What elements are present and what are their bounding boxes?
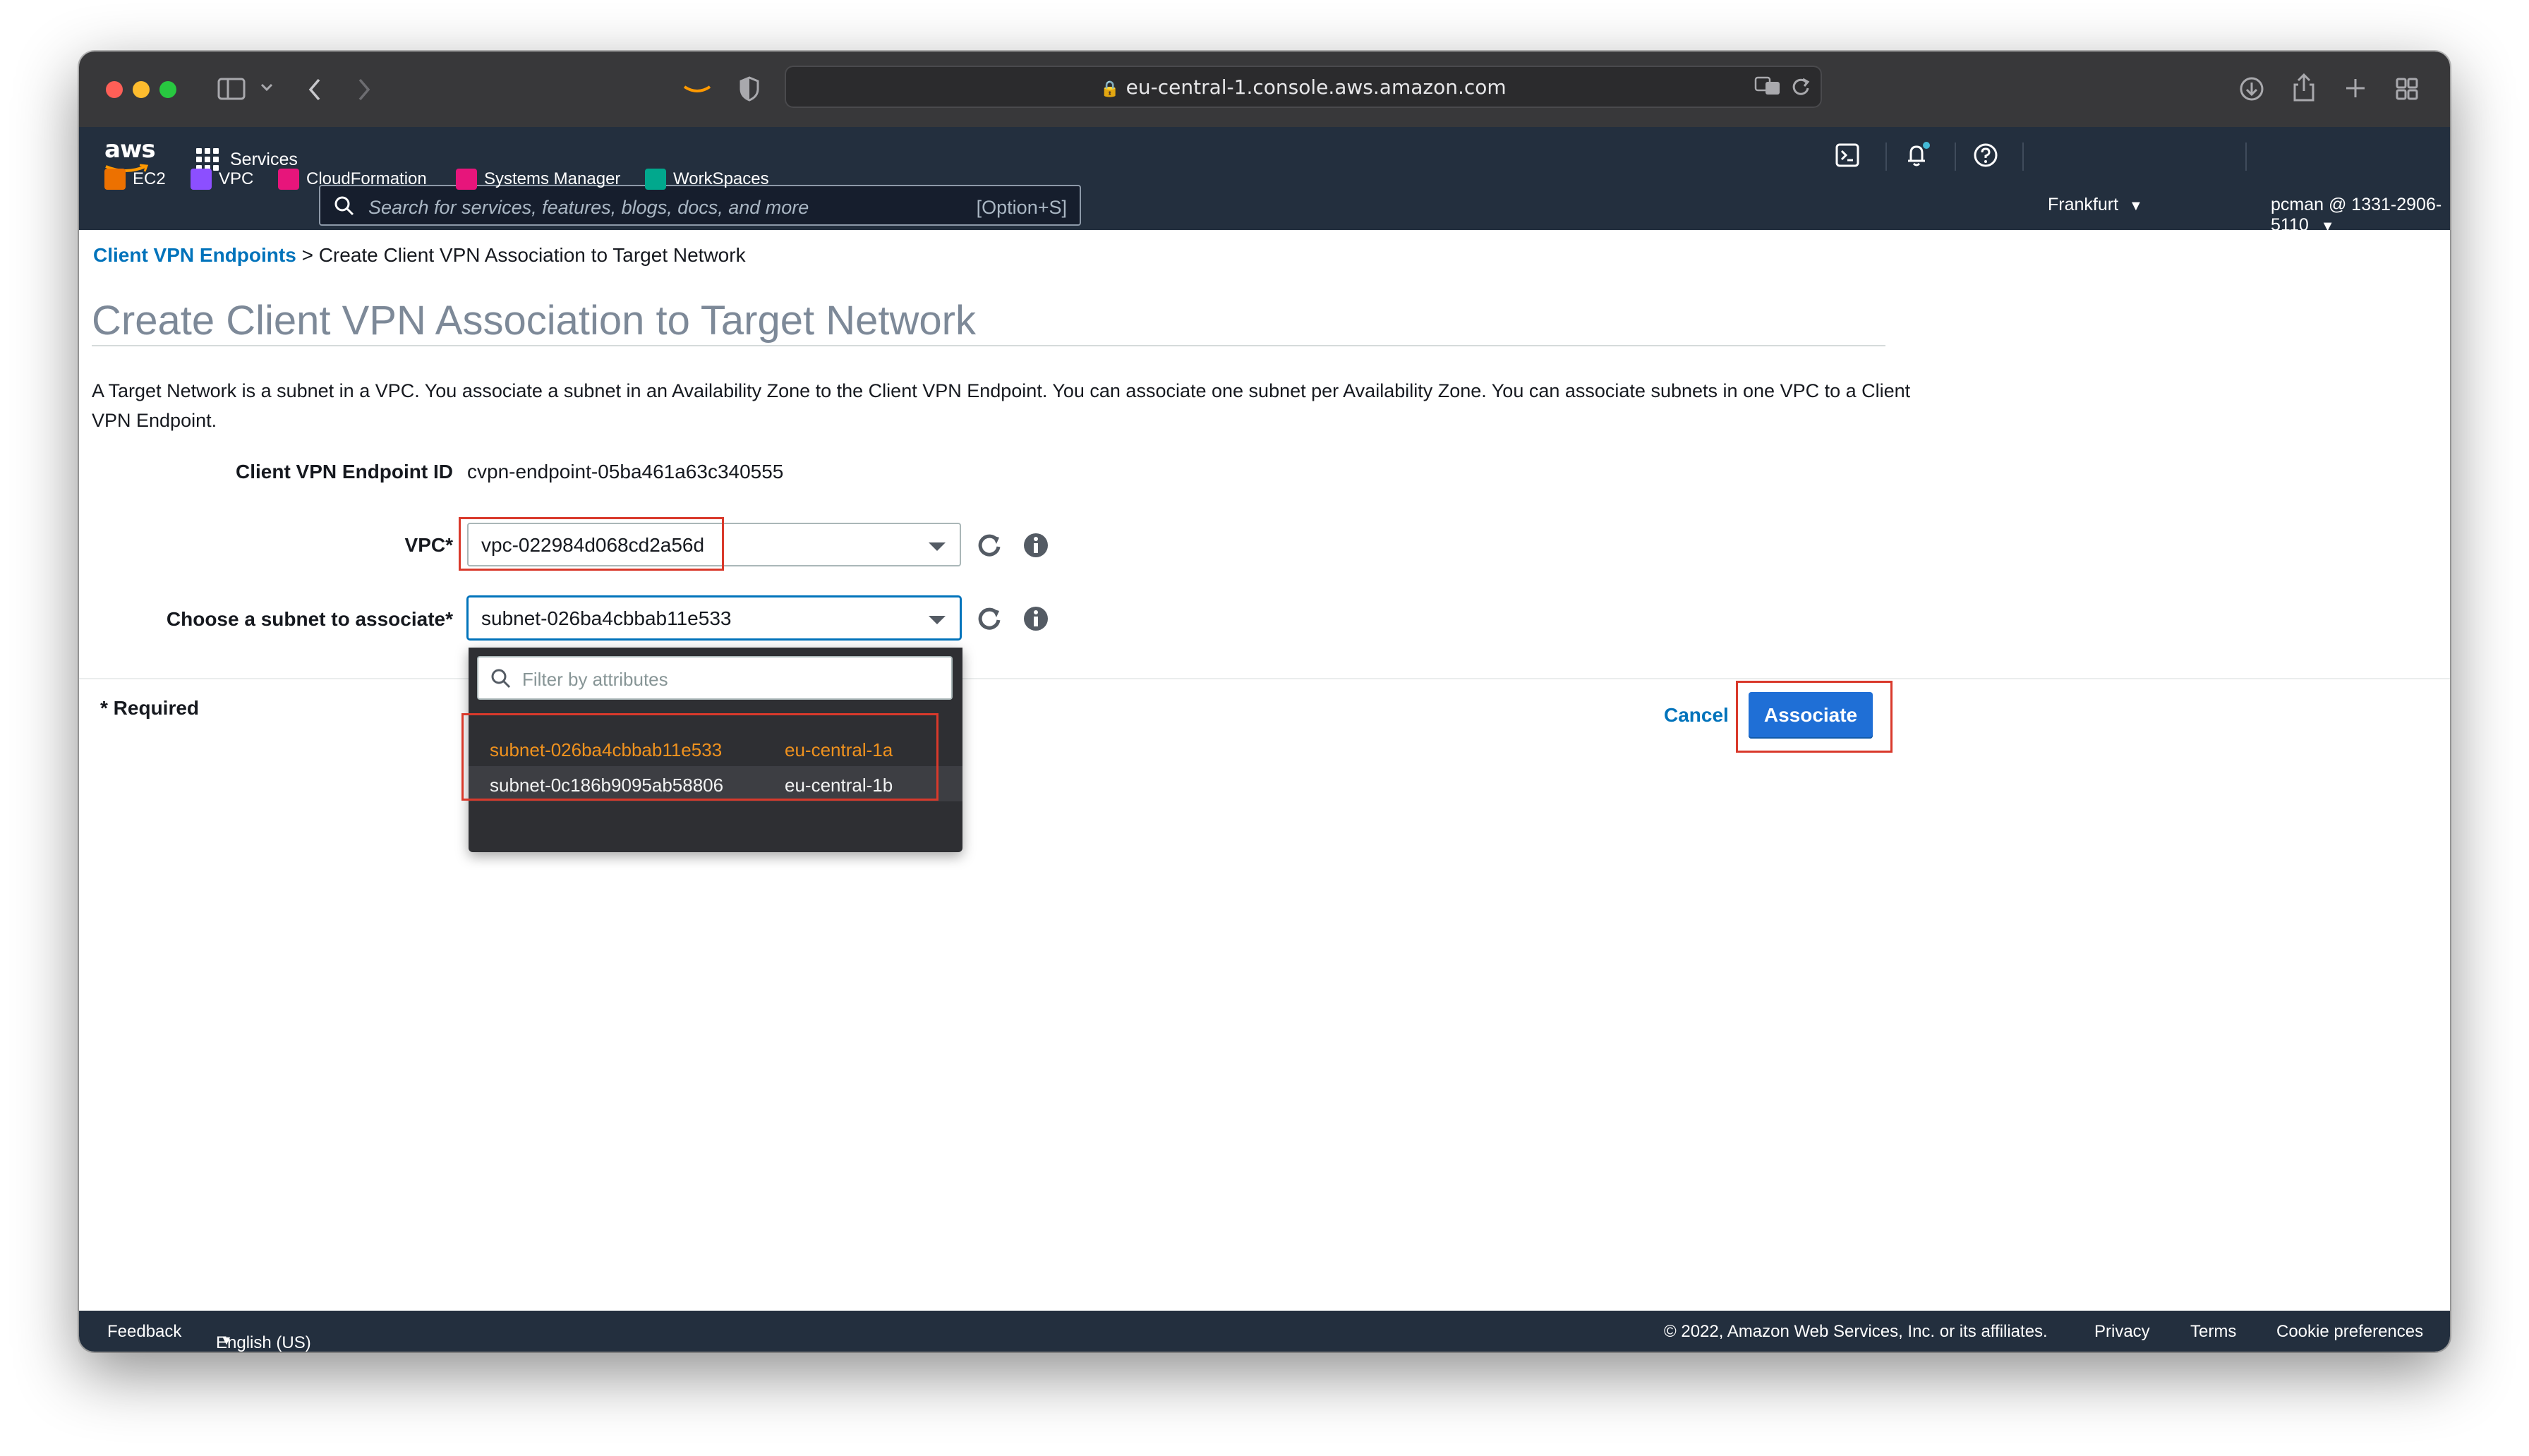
tab-overview-icon[interactable] <box>2395 77 2419 101</box>
amazon-favicon-icon <box>682 83 713 97</box>
page-title: Create Client VPN Association to Target … <box>92 298 976 344</box>
subnet-options-highlight-box <box>461 713 938 801</box>
info-icon[interactable] <box>1022 605 1050 633</box>
required-note: * Required <box>100 697 200 719</box>
form-footer-divider <box>79 678 2450 679</box>
cloudshell-icon[interactable] <box>1835 142 1860 173</box>
breadcrumb-current: Create Client VPN Association to Target … <box>318 244 746 266</box>
subnet-label: Choose a subnet to associate* <box>166 608 453 630</box>
share-icon[interactable] <box>2292 73 2316 102</box>
caret-down-icon <box>929 616 946 624</box>
aws-logo[interactable]: aws <box>104 135 156 172</box>
back-icon[interactable] <box>306 77 323 102</box>
caret-down-icon: ▼ <box>220 1333 233 1347</box>
downloads-icon[interactable] <box>2238 75 2265 102</box>
endpoint-id-value: cvpn-endpoint-05ba461a63c340555 <box>467 461 784 483</box>
caret-down-icon <box>929 542 946 551</box>
systems-manager-service-icon <box>456 169 477 190</box>
workspaces-service-icon <box>645 169 666 190</box>
filter-attributes-input[interactable]: Filter by attributes <box>477 656 953 700</box>
associate-highlight-box <box>1736 681 1893 753</box>
translate-icon[interactable] <box>1754 75 1781 97</box>
browser-window: 🔒 eu-central-1.console.aws.amazon.com aw… <box>79 51 2450 1352</box>
search-icon <box>491 669 511 688</box>
region-selector[interactable]: Frankfurt ▼ <box>2048 195 2143 215</box>
lock-icon: 🔒 <box>1100 80 1120 98</box>
ec2-service-icon <box>104 169 126 190</box>
terms-link[interactable]: Terms <box>2190 1322 2236 1342</box>
console-search-input[interactable]: Search for services, features, blogs, do… <box>319 185 1081 226</box>
info-icon[interactable] <box>1022 531 1050 559</box>
privacy-shield-icon[interactable] <box>738 75 761 102</box>
browser-toolbar: 🔒 eu-central-1.console.aws.amazon.com <box>79 51 2450 128</box>
vpc-highlight-box <box>459 517 724 571</box>
minimize-window-button[interactable] <box>133 81 150 98</box>
refresh-icon[interactable] <box>975 605 1003 633</box>
breadcrumb: Client VPN Endpoints > Create Client VPN… <box>93 244 746 266</box>
breadcrumb-link-client-vpn-endpoints[interactable]: Client VPN Endpoints <box>93 244 296 266</box>
account-menu[interactable]: pcman @ 1331-2906-5110 ▼ <box>2271 195 2450 236</box>
cookie-preferences-link[interactable]: Cookie preferences <box>2276 1322 2423 1342</box>
address-bar[interactable]: 🔒 eu-central-1.console.aws.amazon.com <box>785 66 1822 108</box>
vpc-service-icon <box>191 169 212 190</box>
refresh-icon[interactable] <box>975 531 1003 559</box>
header-divider <box>2245 142 2247 171</box>
chevron-down-icon[interactable] <box>260 83 274 92</box>
endpoint-id-label: Client VPN Endpoint ID <box>236 461 453 483</box>
close-window-button[interactable] <box>106 81 123 98</box>
reload-icon[interactable] <box>1791 77 1811 97</box>
vpc-label: VPC* <box>404 534 453 556</box>
cloudformation-service-icon <box>278 169 299 190</box>
notifications-bell-icon[interactable] <box>1904 141 1932 174</box>
caret-down-icon: ▼ <box>2320 219 2335 234</box>
url-text: 🔒 eu-central-1.console.aws.amazon.com <box>1100 75 1507 99</box>
subnet-select[interactable]: subnet-026ba4cbbab11e533 <box>467 596 961 640</box>
sidebar-toggle-icon[interactable] <box>217 77 246 101</box>
new-tab-icon[interactable] <box>2344 77 2367 99</box>
caret-down-icon: ▼ <box>2128 198 2143 214</box>
privacy-link[interactable]: Privacy <box>2094 1322 2150 1342</box>
forward-icon[interactable] <box>356 77 373 102</box>
copyright-text: © 2022, Amazon Web Services, Inc. or its… <box>1664 1322 2048 1341</box>
header-divider <box>2022 142 2024 171</box>
header-divider <box>1955 142 1956 171</box>
page-description: A Target Network is a subnet in a VPC. Y… <box>92 380 1911 431</box>
grid-icon <box>196 148 219 171</box>
title-divider <box>92 345 1885 346</box>
header-divider <box>1885 142 1887 171</box>
search-icon <box>334 196 354 216</box>
feedback-link[interactable]: Feedback <box>107 1322 181 1342</box>
help-icon[interactable] <box>1973 142 1998 173</box>
aws-console-header: aws Services Search for services, featur… <box>79 127 2450 235</box>
console-footer: Feedback English (US) ▼ © 2022, Amazon W… <box>79 1311 2450 1352</box>
zoom-window-button[interactable] <box>159 81 176 98</box>
cancel-button[interactable]: Cancel <box>1664 704 1729 727</box>
